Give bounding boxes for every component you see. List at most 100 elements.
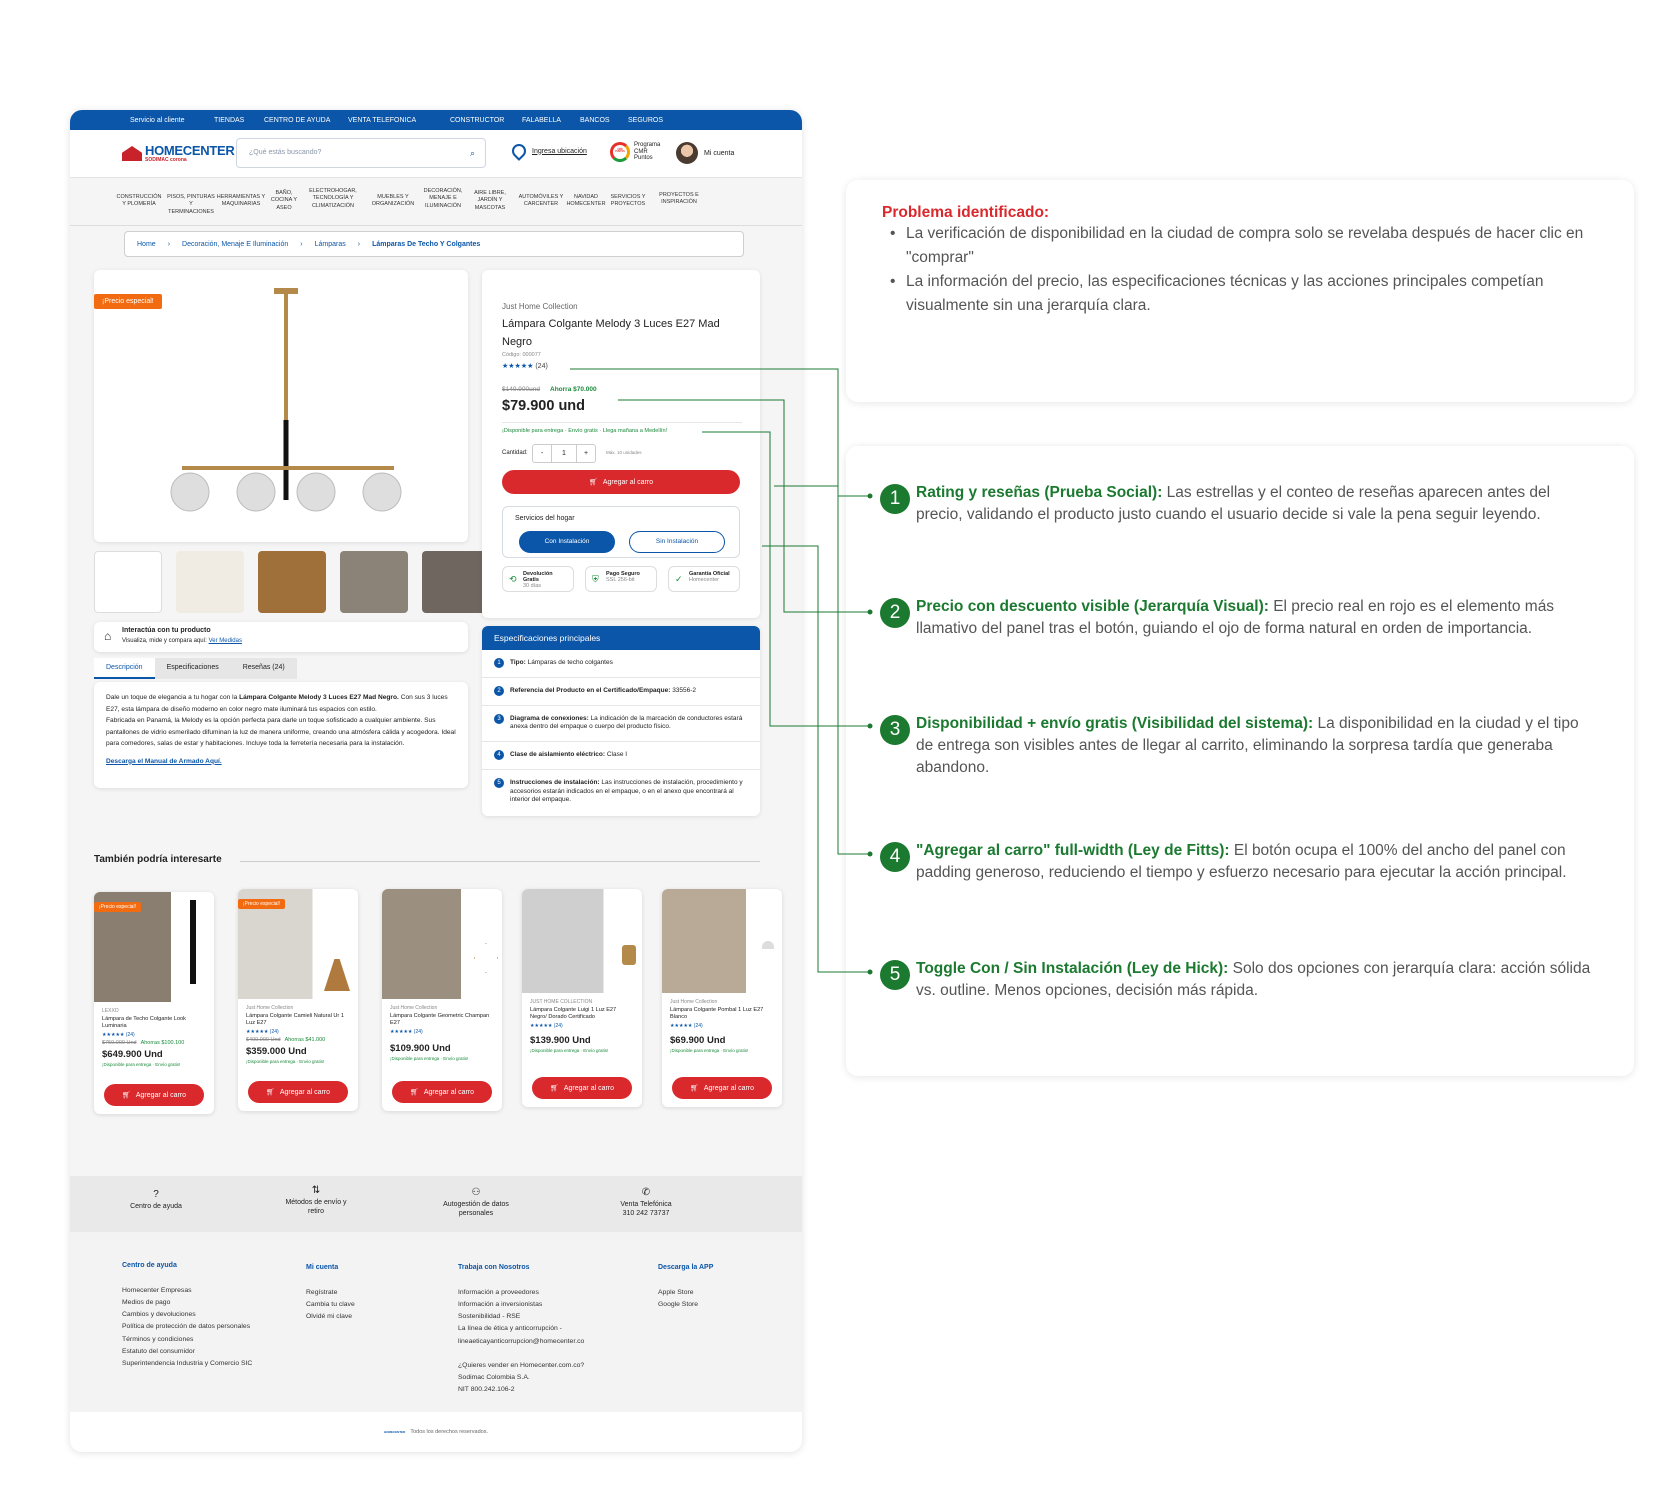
help-item[interactable]: ⇅ Métodos de envío y retiro bbox=[278, 1184, 354, 1216]
gallery-thumbnail[interactable] bbox=[258, 551, 326, 613]
tab-reviews[interactable]: Reseñas (24) bbox=[230, 658, 297, 679]
footer-link[interactable]: Regístrate bbox=[306, 1287, 355, 1299]
topbar-link[interactable]: SEGUROS bbox=[628, 117, 663, 124]
search-icon[interactable]: ⌕ bbox=[470, 148, 475, 159]
product-name[interactable]: Lámpara Colgante Camieli Natural Ur 1 Lu… bbox=[246, 1013, 350, 1027]
homecenter-logo[interactable]: HOMECENTER SODIMAC corona bbox=[122, 144, 235, 163]
product-main-image[interactable]: ¡Precio especial! bbox=[94, 270, 468, 542]
help-bar: ? Centro de ayuda ⇅ Métodos de envío y ret… bbox=[70, 1176, 802, 1232]
footer-link[interactable]: ¿Quieres vender en Homecenter.com.co? bbox=[458, 1360, 584, 1372]
footer-link[interactable]: Cambios y devoluciones bbox=[122, 1309, 252, 1321]
add-to-cart-button[interactable]: 🛒︎ Agregar al carro bbox=[248, 1081, 348, 1103]
apple-store-link[interactable]: Apple Store bbox=[658, 1287, 713, 1299]
footer-link[interactable]: La línea de ética y anticorrupción - bbox=[458, 1323, 584, 1335]
footer-link[interactable]: Información a inversionistas bbox=[458, 1299, 584, 1311]
cmr-badge-text: CMR PUNTOS bbox=[615, 149, 625, 154]
cmr-label: Programa CMR Puntos bbox=[634, 142, 661, 162]
product-name[interactable]: Lámpara de Techo Colgante Look Luminaria bbox=[102, 1016, 206, 1030]
product-brand: Just Home Collection bbox=[502, 302, 578, 311]
quantity-value[interactable]: 1 bbox=[551, 445, 577, 462]
topbar-link[interactable]: FALABELLA bbox=[522, 117, 561, 124]
topbar-link[interactable]: BANCOS bbox=[580, 117, 610, 124]
breadcrumb-item[interactable]: Lámparas De Techo Y Colgantes bbox=[372, 241, 480, 248]
cmr-points[interactable]: CMR PUNTOS Programa CMR Puntos bbox=[610, 142, 664, 162]
quantity-decrease-button[interactable]: - bbox=[533, 445, 551, 462]
gallery-thumbnail[interactable] bbox=[422, 551, 490, 613]
footer-link[interactable]: Términos y condiciones bbox=[122, 1334, 252, 1346]
add-to-cart-button[interactable]: 🛒︎ Agregar al carro bbox=[502, 470, 740, 494]
ar-cube-icon: ⌂ bbox=[104, 629, 112, 643]
google-store-link[interactable]: Google Store bbox=[658, 1299, 713, 1311]
chevron-right-icon: › bbox=[300, 240, 303, 248]
footer-link[interactable]: Información a proveedores bbox=[458, 1287, 584, 1299]
improvement-point-4: 4 "Agregar al carro" full-width (Ley de F… bbox=[880, 840, 1600, 884]
breadcrumb-item[interactable]: Lámparas bbox=[315, 241, 346, 248]
point-number: 3 bbox=[880, 715, 910, 745]
category-item[interactable]: ELECTROHOGAR, TECNOLOGÍA Y CLIMATIZACIÓN bbox=[308, 188, 358, 210]
quantity-increase-button[interactable]: + bbox=[577, 445, 595, 462]
category-item[interactable]: MUEBLES Y ORGANIZACIÓN bbox=[368, 194, 418, 209]
topbar-link[interactable]: VENTA TELEFONICA bbox=[348, 117, 416, 124]
spec-row: 1 Tipo: Lámparas de techo colgantes bbox=[482, 650, 760, 678]
category-item[interactable]: NAVIDAD HOMECENTER bbox=[566, 194, 606, 209]
category-item[interactable]: CONSTRUCCIÓN Y PLOMERÍA bbox=[114, 194, 164, 209]
add-to-cart-button[interactable]: 🛒︎ Agregar al carro bbox=[672, 1077, 772, 1099]
breadcrumb-item[interactable]: Home bbox=[137, 241, 156, 248]
cart-icon: 🛒︎ bbox=[121, 1092, 131, 1099]
search-input[interactable]: ¿Qué estás buscando? ⌕ bbox=[236, 138, 486, 168]
footer-link[interactable]: Superintendencia Industria y Comercio SI… bbox=[122, 1358, 252, 1370]
help-item[interactable]: ✆ Venta Telefónica 310 242 73737 bbox=[610, 1186, 682, 1218]
product-name[interactable]: Lámpara Colgante Pombal 1 Luz E27 Blanco bbox=[670, 1007, 774, 1021]
category-item[interactable]: DECORACIÓN, MENAJE E ILUMINACIÓN bbox=[418, 188, 468, 210]
help-item[interactable]: ? Centro de ayuda bbox=[126, 1188, 186, 1211]
location-pin-icon bbox=[509, 141, 529, 161]
topbar-link[interactable]: TIENDAS bbox=[214, 117, 244, 124]
add-to-cart-button[interactable]: 🛒︎ Agregar al carro bbox=[104, 1084, 204, 1106]
related-product-card[interactable]: ¡Precio especial! LEXXO Lámpara de Techo … bbox=[94, 892, 214, 1114]
main-specifications-panel: Especificaciones principales 1 Tipo: Lámp… bbox=[482, 626, 760, 816]
tab-specifications[interactable]: Especificaciones bbox=[154, 658, 231, 679]
help-item[interactable]: ⚇ Autogestión de datos personales bbox=[434, 1186, 518, 1218]
footer-link[interactable]: Estatuto del consumidor bbox=[122, 1346, 252, 1358]
breadcrumb-item[interactable]: Decoración, Menaje E Iluminación bbox=[182, 241, 288, 248]
spec-number: 4 bbox=[494, 750, 504, 761]
category-item[interactable]: PISOS, PINTURAS Y TERMINACIONES bbox=[166, 194, 216, 216]
category-item[interactable]: BAÑO, COCINA Y ASEO bbox=[266, 190, 302, 212]
topbar-link[interactable]: CONSTRUCTOR bbox=[450, 117, 504, 124]
footer-link[interactable]: lineaeticayanticorrupcion@homecenter.co bbox=[458, 1336, 584, 1348]
gallery-thumbnail[interactable] bbox=[176, 551, 244, 613]
footer-link[interactable]: Sostenibilidad - RSE bbox=[458, 1311, 584, 1323]
footer-link[interactable]: Homecenter Empresas bbox=[122, 1285, 252, 1297]
category-item[interactable]: AIRE LIBRE, JARDÍN Y MASCOTAS bbox=[470, 190, 510, 212]
footer-link[interactable]: Política de protección de datos personal… bbox=[122, 1321, 252, 1333]
with-installation-toggle[interactable]: Con Instalación bbox=[519, 531, 615, 553]
related-product-card[interactable]: Just Home Collection Lámpara Colgante Geo… bbox=[382, 889, 502, 1111]
product-name[interactable]: Lámpara Colgante Geometric Champan E27 bbox=[390, 1013, 494, 1027]
gallery-thumbnail[interactable] bbox=[94, 551, 162, 613]
category-item[interactable]: AUTOMÓVILES Y CARCENTER bbox=[516, 194, 566, 209]
assembly-manual-link[interactable]: Descarga el Manual de Armado Aquí. bbox=[106, 756, 456, 768]
account-menu[interactable]: Mi cuenta bbox=[676, 142, 734, 164]
category-item[interactable]: PROYECTOS E INSPIRACIÓN bbox=[654, 192, 704, 207]
location-selector[interactable]: Ingresa ubicación bbox=[509, 141, 587, 161]
category-item[interactable]: HERRAMIENTAS Y MAQUINARIAS bbox=[216, 194, 266, 209]
tab-description[interactable]: Descripción bbox=[94, 658, 155, 679]
topbar-link[interactable]: CENTRO DE AYUDA bbox=[264, 117, 330, 124]
product-name[interactable]: Lámpara Colgante Luigi 1 Luz E27 Negro/ … bbox=[530, 1007, 634, 1021]
footer-link[interactable]: Olvidé mi clave bbox=[306, 1311, 355, 1323]
category-item[interactable]: SERVICIOS Y PROYECTOS bbox=[608, 194, 648, 209]
related-product-card[interactable]: Just Home Collection Lámpara Colgante Pom… bbox=[662, 889, 782, 1107]
related-product-card[interactable]: ¡Precio especial! Just Home Collection Lá… bbox=[238, 889, 358, 1111]
add-to-cart-button[interactable]: 🛒︎ Agregar al carro bbox=[392, 1081, 492, 1103]
footer-link[interactable]: Medios de pago bbox=[122, 1297, 252, 1309]
improvement-point-2: 2 Precio con descuento visible (Jerarquía… bbox=[880, 596, 1600, 640]
footer-link[interactable]: Cambia tu clave bbox=[306, 1299, 355, 1311]
related-product-card[interactable]: JUST HOME COLLECTION Lámpara Colgante Lui… bbox=[522, 889, 642, 1107]
add-to-cart-button[interactable]: 🛒︎ Agregar al carro bbox=[532, 1077, 632, 1099]
without-installation-toggle[interactable]: Sin Instalación bbox=[629, 531, 725, 553]
point-title: "Agregar al carro" full-width (Ley de Fi… bbox=[916, 842, 1230, 859]
rating-stars[interactable]: ★★★★★ (24) bbox=[502, 362, 548, 370]
gallery-thumbnail[interactable] bbox=[340, 551, 408, 613]
view-measures-link[interactable]: Ver Medidas bbox=[209, 638, 242, 644]
topbar-link[interactable]: Servicio al cliente bbox=[130, 117, 184, 124]
